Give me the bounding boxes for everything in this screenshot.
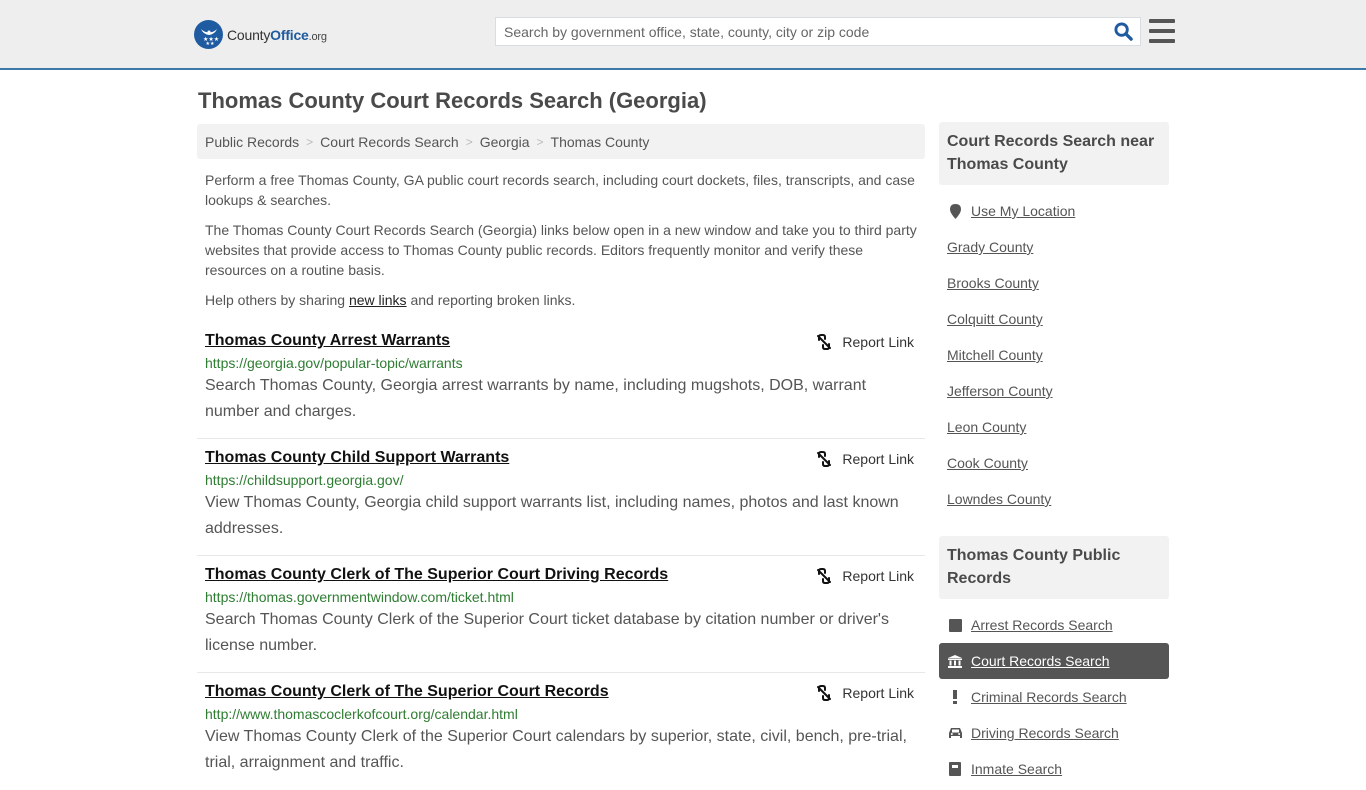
exclamation-icon (947, 690, 963, 704)
public-records-list: Arrest Records Search Court Records Sear… (939, 599, 1169, 787)
link-url: https://georgia.gov/popular-topic/warran… (205, 355, 463, 371)
intro-paragraph-2: The Thomas County Court Records Search (… (205, 222, 917, 278)
link-url: http://www.thomascoclerkofcourt.org/cale… (205, 706, 518, 722)
site-header: ★★★ ★★ CountyOffice.org (0, 0, 1366, 70)
report-link-label: Report Link (842, 334, 914, 350)
search-box (495, 17, 1141, 46)
breadcrumb-court-records-search[interactable]: Court Records Search (320, 134, 459, 150)
link-item: Thomas County Arrest Warrants Report Lin… (197, 322, 925, 439)
intro-paragraph-3: Help others by sharing new links and rep… (197, 290, 925, 310)
link-description: Search Thomas County Clerk of the Superi… (205, 611, 889, 654)
sidebar-item-label[interactable]: Court Records Search (971, 653, 1110, 669)
nearby-county-link[interactable]: Colquitt County (947, 311, 1043, 327)
page-title: Thomas County Court Records Search (Geor… (198, 88, 707, 113)
inmate-icon (947, 762, 963, 776)
report-link-button[interactable]: Report Link (816, 451, 914, 467)
nearby-list: Use My Location Grady County Brooks Coun… (939, 185, 1169, 517)
search-button[interactable] (1106, 18, 1140, 45)
link-title[interactable]: Thomas County Child Support Warrants (205, 449, 509, 467)
sidebar-nearby: Court Records Search near Thomas County … (939, 122, 1169, 517)
hamburger-menu-icon[interactable] (1149, 19, 1175, 43)
nearby-county-link[interactable]: Mitchell County (947, 347, 1043, 363)
report-link-button[interactable]: Report Link (816, 568, 914, 584)
nearby-county-item[interactable]: Grady County (939, 229, 1169, 265)
nearby-county-item[interactable]: Jefferson County (939, 373, 1169, 409)
nearby-county-item[interactable]: Cook County (939, 445, 1169, 481)
sidebar-item-label[interactable]: Driving Records Search (971, 725, 1119, 741)
sidebar-item-arrest-records[interactable]: Arrest Records Search (939, 607, 1169, 643)
link-url: https://thomas.governmentwindow.com/tick… (205, 589, 514, 605)
breadcrumb-separator-icon: > (306, 134, 314, 149)
broken-link-icon (817, 334, 832, 350)
breadcrumb-separator-icon: > (465, 134, 473, 149)
nearby-county-item[interactable]: Lowndes County (939, 481, 1169, 517)
breadcrumb-public-records[interactable]: Public Records (205, 134, 299, 150)
sidebar-public-records: Thomas County Public Records Arrest Reco… (939, 536, 1169, 787)
link-title[interactable]: Thomas County Clerk of The Superior Cour… (205, 566, 668, 584)
sidebar-item-court-records[interactable]: Court Records Search (939, 643, 1169, 679)
intro-paragraph-1: Perform a free Thomas County, GA public … (205, 172, 915, 208)
intro-text: and reporting broken links. (406, 292, 576, 308)
logo-tld: .org (308, 30, 327, 43)
report-link-label: Report Link (842, 685, 914, 701)
broken-link-icon (817, 568, 832, 584)
new-links-link[interactable]: new links (349, 292, 407, 308)
logo-part-office: Office (270, 26, 309, 43)
search-input[interactable] (496, 18, 1106, 45)
nearby-county-link[interactable]: Cook County (947, 455, 1028, 471)
sidebar-item-driving-records[interactable]: Driving Records Search (939, 715, 1169, 751)
square-icon (947, 618, 963, 632)
sidebar-item-label[interactable]: Criminal Records Search (971, 689, 1127, 705)
svg-text:★★: ★★ (205, 41, 214, 46)
link-item: Thomas County Child Support Warrants Rep… (197, 439, 925, 556)
sidebar-item-inmate-search[interactable]: Inmate Search (939, 751, 1169, 787)
sidebar-item-criminal-records[interactable]: Criminal Records Search (939, 679, 1169, 715)
sidebar-nearby-heading: Court Records Search near Thomas County (939, 122, 1169, 185)
link-item: Thomas County Clerk of The Superior Cour… (197, 673, 925, 790)
sidebar-public-records-heading: Thomas County Public Records (939, 536, 1169, 599)
report-link-label: Report Link (842, 568, 914, 584)
logo-part-county: County (227, 26, 271, 43)
link-title[interactable]: Thomas County Clerk of The Superior Cour… (205, 683, 609, 701)
nearby-county-link[interactable]: Jefferson County (947, 383, 1053, 399)
nearby-county-item[interactable]: Brooks County (939, 265, 1169, 301)
link-description: Search Thomas County, Georgia arrest war… (205, 377, 867, 420)
nearby-county-item[interactable]: Colquitt County (939, 301, 1169, 337)
link-description: View Thomas County, Georgia child suppor… (205, 494, 899, 537)
breadcrumb-thomas-county[interactable]: Thomas County (551, 134, 650, 150)
map-pin-icon (947, 203, 963, 219)
sidebar-item-label[interactable]: Inmate Search (971, 761, 1062, 777)
breadcrumb: Public Records > Court Records Search > … (197, 124, 925, 159)
broken-link-icon (817, 451, 832, 467)
broken-link-icon (817, 685, 832, 701)
use-my-location-item[interactable]: Use My Location (939, 193, 1169, 229)
nearby-county-link[interactable]: Brooks County (947, 275, 1039, 291)
intro: Perform a free Thomas County, GA public … (197, 170, 925, 310)
nearby-county-item[interactable]: Mitchell County (939, 337, 1169, 373)
link-url: https://childsupport.georgia.gov/ (205, 472, 404, 488)
use-my-location-link[interactable]: Use My Location (971, 203, 1075, 219)
link-description: View Thomas County Clerk of the Superior… (205, 728, 907, 771)
report-link-label: Report Link (842, 451, 914, 467)
report-link-button[interactable]: Report Link (816, 685, 914, 701)
breadcrumb-georgia[interactable]: Georgia (480, 134, 530, 150)
nearby-county-link[interactable]: Grady County (947, 239, 1033, 255)
link-item: Thomas County Clerk of The Superior Cour… (197, 556, 925, 673)
intro-text: Help others by sharing (205, 292, 349, 308)
nearby-county-link[interactable]: Lowndes County (947, 491, 1051, 507)
breadcrumb-separator-icon: > (536, 134, 544, 149)
site-logo[interactable]: ★★★ ★★ CountyOffice.org (194, 20, 327, 49)
logo-wordmark: CountyOffice.org (227, 27, 327, 43)
link-list: Thomas County Arrest Warrants Report Lin… (197, 322, 925, 790)
courthouse-icon (947, 654, 963, 668)
report-link-button[interactable]: Report Link (816, 334, 914, 350)
car-icon (947, 727, 963, 739)
eagle-stars-icon: ★★★ ★★ (194, 20, 223, 49)
search-icon (1113, 22, 1133, 41)
sidebar-item-label[interactable]: Arrest Records Search (971, 617, 1113, 633)
nearby-county-item[interactable]: Leon County (939, 409, 1169, 445)
main-content: Perform a free Thomas County, GA public … (197, 170, 925, 790)
nearby-county-link[interactable]: Leon County (947, 419, 1026, 435)
link-title[interactable]: Thomas County Arrest Warrants (205, 332, 450, 350)
